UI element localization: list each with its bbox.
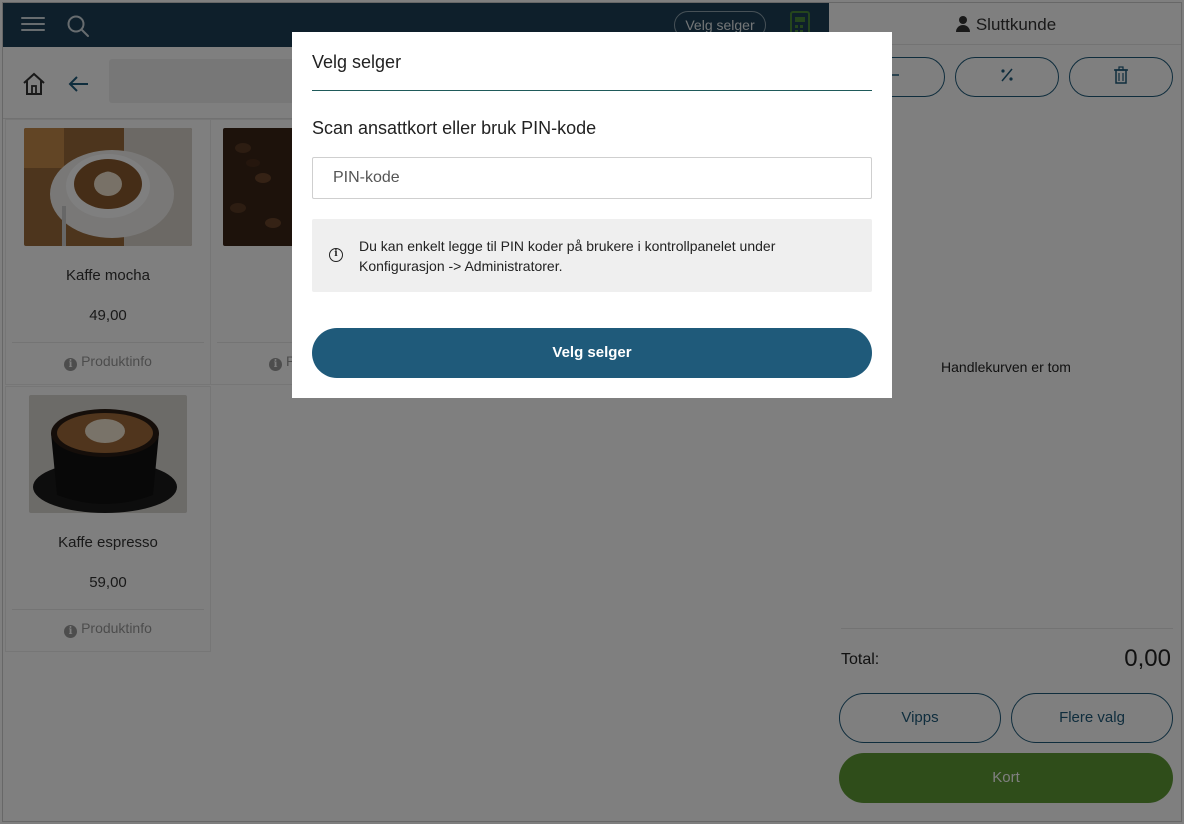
info-notice: i Du kan enkelt legge til PIN koder på b… (312, 219, 872, 292)
dialog-title-divider (312, 90, 872, 91)
dialog-subtitle: Scan ansattkort eller bruk PIN-kode (312, 118, 597, 138)
notice-text: Du kan enkelt legge til PIN koder på bru… (359, 238, 776, 274)
info-circle-icon: i (329, 248, 343, 262)
confirm-select-seller-button[interactable]: Velg selger (312, 328, 872, 378)
select-seller-dialog: Velg selger Scan ansattkort eller bruk P… (292, 32, 892, 398)
pin-code-input[interactable] (312, 157, 872, 199)
dialog-title: Velg selger (312, 52, 402, 72)
